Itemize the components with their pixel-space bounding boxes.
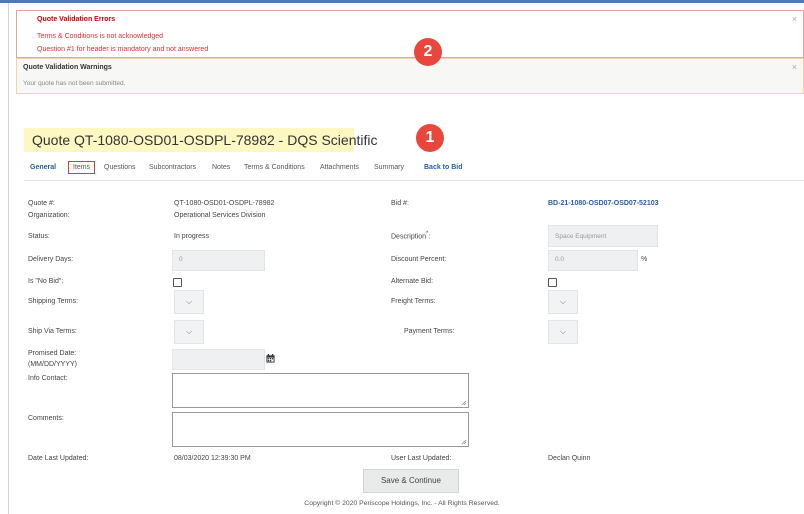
description-label: Description*:	[391, 231, 430, 240]
discount-percent-label: Discount Percent:	[391, 256, 447, 263]
resize-handle-icon[interactable]	[461, 400, 467, 406]
copyright-footer: Copyright © 2020 Periscope Holdings, Inc…	[304, 500, 500, 507]
no-bid-checkbox[interactable]	[173, 278, 182, 287]
alternate-bid-label: Alternate Bid:	[391, 278, 434, 285]
tab-bar: General Items Questions Subcontractors N…	[24, 160, 804, 181]
promised-date-field[interactable]	[172, 349, 265, 370]
resize-handle-icon[interactable]	[461, 439, 467, 445]
tab-general[interactable]: General	[30, 164, 56, 171]
delivery-days-field[interactable]: 0	[172, 250, 265, 271]
bid-number-link[interactable]: BD-21-1080-OSD07-OSD07-52103	[548, 200, 659, 207]
ship-via-terms-select[interactable]: ⌵	[174, 320, 204, 344]
discount-percent-field[interactable]: 0.0	[548, 250, 638, 271]
close-errors-icon[interactable]: ×	[792, 14, 797, 24]
organization-value: Operational Services Division	[174, 212, 266, 219]
quote-number-label: Quote #:	[28, 200, 55, 207]
alternate-bid-checkbox[interactable]	[548, 278, 557, 287]
delivery-days-label: Delivery Days:	[28, 256, 74, 263]
payment-terms-label: Payment Terms:	[404, 328, 455, 335]
close-warnings-icon[interactable]: ×	[792, 62, 797, 72]
save-continue-button[interactable]: Save & Continue	[363, 469, 459, 493]
bid-number-label: Bid #:	[391, 200, 409, 207]
status-value: In progress	[174, 233, 210, 240]
description-label-text: Description	[391, 233, 427, 241]
error-item: Question #1 for header is mandatory and …	[37, 46, 209, 53]
calendar-icon[interactable]	[266, 354, 275, 363]
promised-date-label: Promised Date:	[28, 350, 77, 357]
info-contact-textarea[interactable]	[172, 373, 469, 408]
left-border	[8, 3, 9, 514]
page-title-bar: Quote QT-1080-OSD01-OSDPL-78982 - DQS Sc…	[24, 128, 377, 152]
tab-subcontractors[interactable]: Subcontractors	[149, 164, 196, 171]
chevron-down-icon: ⌵	[185, 327, 193, 336]
date-last-updated-label: Date Last Updated:	[28, 455, 89, 462]
tab-back-to-bid[interactable]: Back to Bid	[424, 164, 463, 171]
promised-date-format: (MM/DD/YYYY)	[28, 361, 77, 368]
validation-errors-panel: Quote Validation Errors Terms & Conditio…	[16, 10, 804, 58]
tab-notes[interactable]: Notes	[212, 164, 230, 171]
warnings-title: Quote Validation Warnings	[23, 64, 112, 71]
tab-attachments[interactable]: Attachments	[320, 164, 359, 171]
error-item: Terms & Conditions is not acknowledged	[37, 33, 164, 40]
date-last-updated-value: 08/03/2020 12:39:30 PM	[174, 455, 251, 462]
no-bid-label: Is "No Bid":	[28, 278, 64, 285]
organization-label: Organization:	[28, 212, 70, 219]
warning-item: Your quote has not been submitted.	[23, 80, 126, 87]
percent-unit: %	[641, 256, 648, 263]
annotation-badge-1: 1	[416, 124, 444, 152]
chevron-down-icon: ⌵	[559, 297, 567, 306]
tab-questions[interactable]: Questions	[104, 164, 136, 171]
shipping-terms-label: Shipping Terms:	[28, 298, 79, 305]
info-contact-label: Info Contact:	[28, 375, 68, 382]
user-last-updated-value: Declan Quinn	[548, 455, 591, 462]
chevron-down-icon: ⌵	[559, 327, 567, 336]
status-label: Status:	[28, 233, 50, 240]
ship-via-terms-label: Ship Via Terms:	[28, 328, 77, 335]
description-field[interactable]: Space Equipment	[548, 225, 658, 247]
tab-terms-conditions[interactable]: Terms & Conditions	[244, 164, 305, 171]
freight-terms-label: Freight Terms:	[391, 298, 436, 305]
description-label-colon: :	[428, 233, 431, 241]
quote-number-value: QT-1080-OSD01-OSDPL-78982	[174, 200, 275, 207]
comments-label: Comments:	[28, 415, 64, 422]
chevron-down-icon: ⌵	[185, 297, 193, 306]
tab-summary[interactable]: Summary	[374, 164, 404, 171]
freight-terms-select[interactable]: ⌵	[548, 290, 578, 314]
annotation-badge-2: 2	[414, 38, 442, 66]
validation-warnings-panel: Quote Validation Warnings Your quote has…	[16, 58, 804, 94]
comments-textarea[interactable]	[172, 412, 469, 447]
shipping-terms-select[interactable]: ⌵	[174, 290, 204, 314]
page-title: Quote QT-1080-OSD01-OSDPL-78982 - DQS Sc…	[32, 132, 378, 148]
tab-items[interactable]: Items	[68, 161, 96, 174]
errors-title: Quote Validation Errors	[37, 16, 116, 23]
user-last-updated-label: User Last Updated:	[391, 455, 452, 462]
payment-terms-select[interactable]: ⌵	[548, 320, 578, 344]
top-accent-bar	[0, 0, 804, 3]
